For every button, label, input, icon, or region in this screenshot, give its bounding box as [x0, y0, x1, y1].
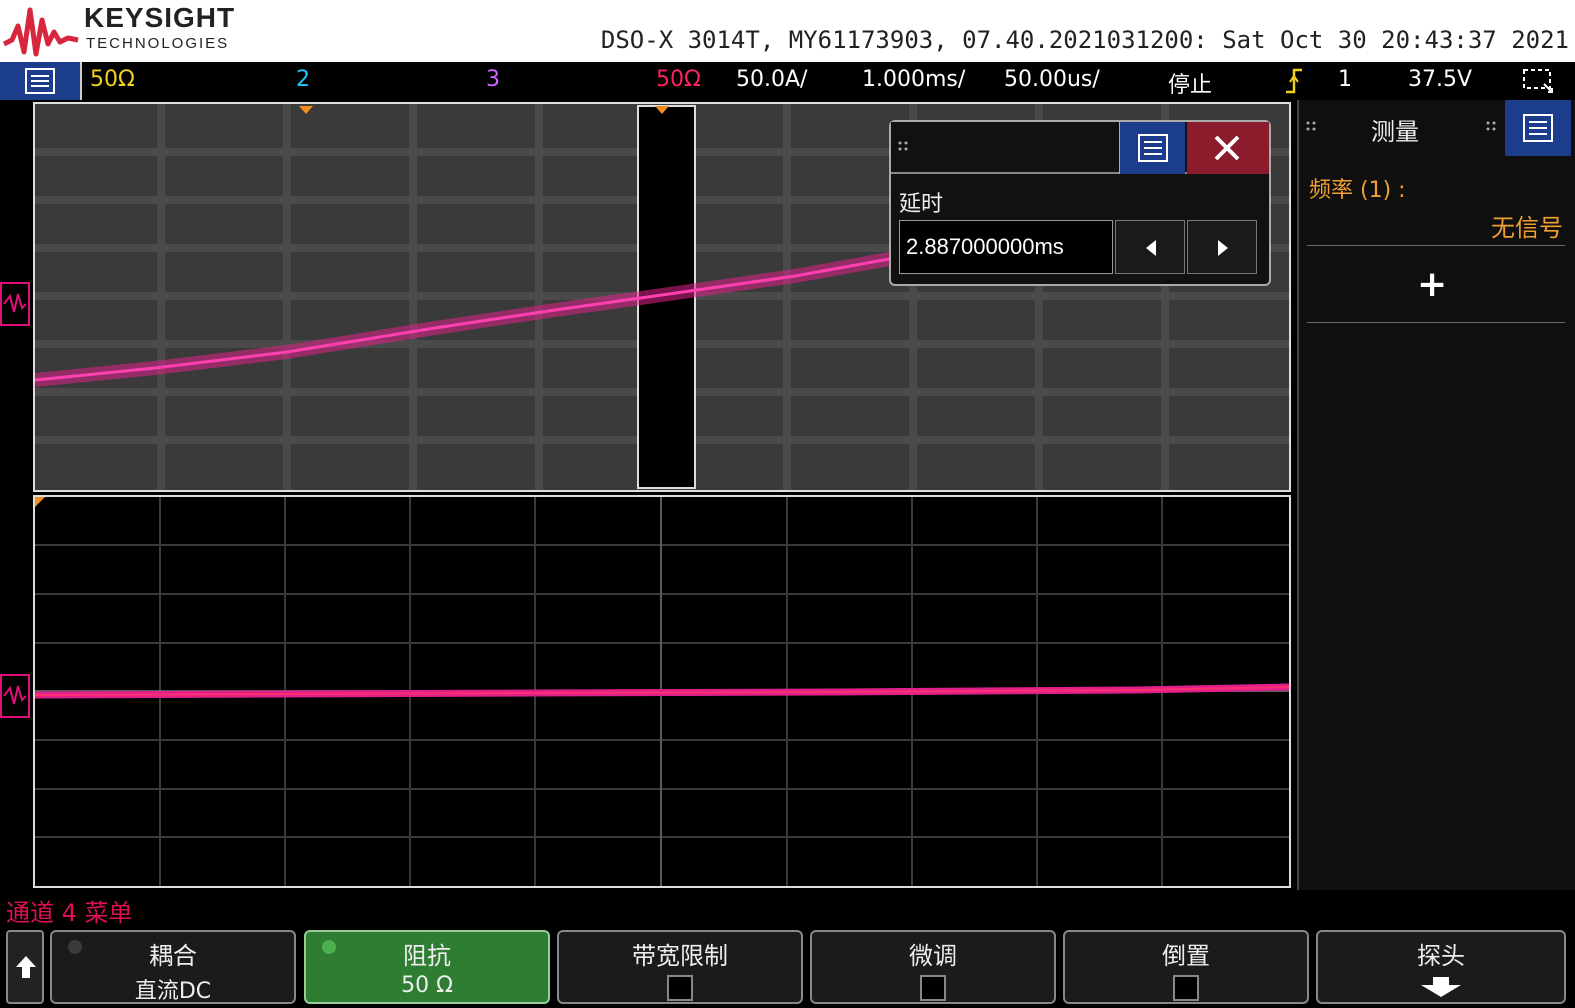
arrow-up-icon	[16, 956, 36, 978]
menu-icon	[1138, 134, 1168, 162]
invert-checkbox[interactable]	[1173, 975, 1199, 1001]
menu-icon	[1523, 114, 1553, 142]
ch4-ground-marker-top[interactable]	[0, 282, 30, 326]
delay-dialog: 延时 2.887000000ms	[889, 120, 1271, 286]
softkey-bar: 耦合 直流DC 阻抗 50 Ω 带宽限制 微调 倒置 探头	[0, 928, 1575, 1008]
main-menu-button[interactable]	[0, 62, 82, 100]
screen-layout-icon[interactable]	[1522, 68, 1556, 94]
softkey-value: 50 Ω	[401, 973, 453, 998]
softkey-led	[68, 940, 82, 954]
status-bar: 50Ω 2 3 50Ω 50.0A/ 1.000ms/ 50.00us/ 停止 …	[0, 62, 1575, 100]
softkey-label: 倒置	[1162, 942, 1210, 970]
softkey-label: 阻抗	[403, 942, 451, 970]
timebase-zoom[interactable]: 50.00us/	[1004, 67, 1100, 92]
softkey-label: 探头	[1417, 942, 1465, 970]
ground-icon	[3, 293, 27, 313]
trigger-channel[interactable]: 1	[1338, 67, 1352, 92]
zoom-waveform-graticule	[35, 497, 1289, 886]
softkey-label: 微调	[909, 942, 957, 970]
measurement-panel-title: 测量	[1371, 118, 1419, 146]
arrow-down-icon	[1421, 977, 1461, 997]
softkey-label: 带宽限制	[632, 942, 728, 970]
trigger-position-marker	[299, 106, 313, 114]
softkey-led	[322, 940, 336, 954]
trigger-level[interactable]: 37.5V	[1408, 67, 1472, 92]
dialog-title-bar[interactable]	[891, 122, 1269, 174]
device-info: DSO-X 3014T, MY61173903, 07.40.202103120…	[600, 26, 1569, 54]
delay-label: 延时	[899, 192, 944, 217]
ground-icon	[3, 685, 27, 705]
ch4-impedance[interactable]: 50Ω	[656, 67, 701, 92]
softkey-fine[interactable]: 微调	[810, 930, 1056, 1004]
softkey-probe[interactable]: 探头	[1316, 930, 1566, 1004]
measurement-item-value: 无信号	[1491, 214, 1563, 242]
keysight-logo-icon	[2, 7, 79, 57]
zoom-trigger-marker	[35, 497, 45, 507]
divider	[1307, 245, 1565, 246]
timebase-main[interactable]: 1.000ms/	[862, 67, 965, 92]
softkey-coupling[interactable]: 耦合 直流DC	[50, 930, 296, 1004]
trigger-edge-icon	[1286, 68, 1302, 94]
softkey-impedance[interactable]: 阻抗 50 Ω	[304, 930, 550, 1004]
run-state[interactable]: 停止	[1168, 67, 1212, 99]
close-icon	[1214, 135, 1240, 161]
drag-handle-icon[interactable]	[1305, 120, 1317, 134]
brand-subtitle: TECHNOLOGIES	[86, 35, 230, 52]
delay-increase-button[interactable]	[1187, 220, 1257, 274]
measurement-item-label[interactable]: 频率 (1) :	[1309, 172, 1406, 204]
dialog-close-button[interactable]	[1187, 122, 1269, 174]
divider	[1307, 322, 1565, 323]
channel-menu-title: 通道 4 菜单	[6, 899, 133, 927]
add-measurement-button[interactable]: +	[1417, 264, 1447, 305]
softkey-value: 直流DC	[134, 979, 212, 1004]
delay-value-field[interactable]: 2.887000000ms	[899, 220, 1113, 274]
drag-handle-icon[interactable]	[1485, 120, 1497, 134]
ch4-scale[interactable]: 50.0A/	[736, 67, 807, 92]
drag-handle-icon[interactable]	[897, 140, 909, 154]
ch2-indicator[interactable]: 2	[296, 67, 310, 92]
delay-decrease-button[interactable]	[1115, 220, 1185, 274]
arrow-left-icon	[1146, 240, 1156, 256]
ch1-indicator[interactable]: 50Ω	[90, 67, 135, 92]
header-bar: KEYSIGHT TECHNOLOGIES DSO-X 3014T, MY611…	[0, 0, 1575, 62]
softkey-bandwidth-limit[interactable]: 带宽限制	[557, 930, 803, 1004]
fine-checkbox[interactable]	[920, 975, 946, 1001]
channel-marker-strip	[0, 100, 33, 890]
dialog-menu-button[interactable]	[1119, 122, 1185, 174]
zoom-waveform-window[interactable]	[33, 495, 1291, 888]
bandwidth-limit-checkbox[interactable]	[667, 975, 693, 1001]
measurement-panel: 测量 频率 (1) : 无信号 +	[1297, 100, 1575, 890]
softkey-invert[interactable]: 倒置	[1063, 930, 1309, 1004]
softkey-label: 耦合	[149, 942, 197, 970]
menu-up-button[interactable]	[6, 930, 44, 1004]
arrow-right-icon	[1218, 240, 1228, 256]
measurement-menu-button[interactable]	[1505, 100, 1571, 156]
ch3-indicator[interactable]: 3	[486, 67, 500, 92]
ch4-ground-marker-bottom[interactable]	[0, 674, 30, 718]
brand-name: KEYSIGHT	[84, 2, 236, 33]
menu-icon	[25, 68, 55, 94]
